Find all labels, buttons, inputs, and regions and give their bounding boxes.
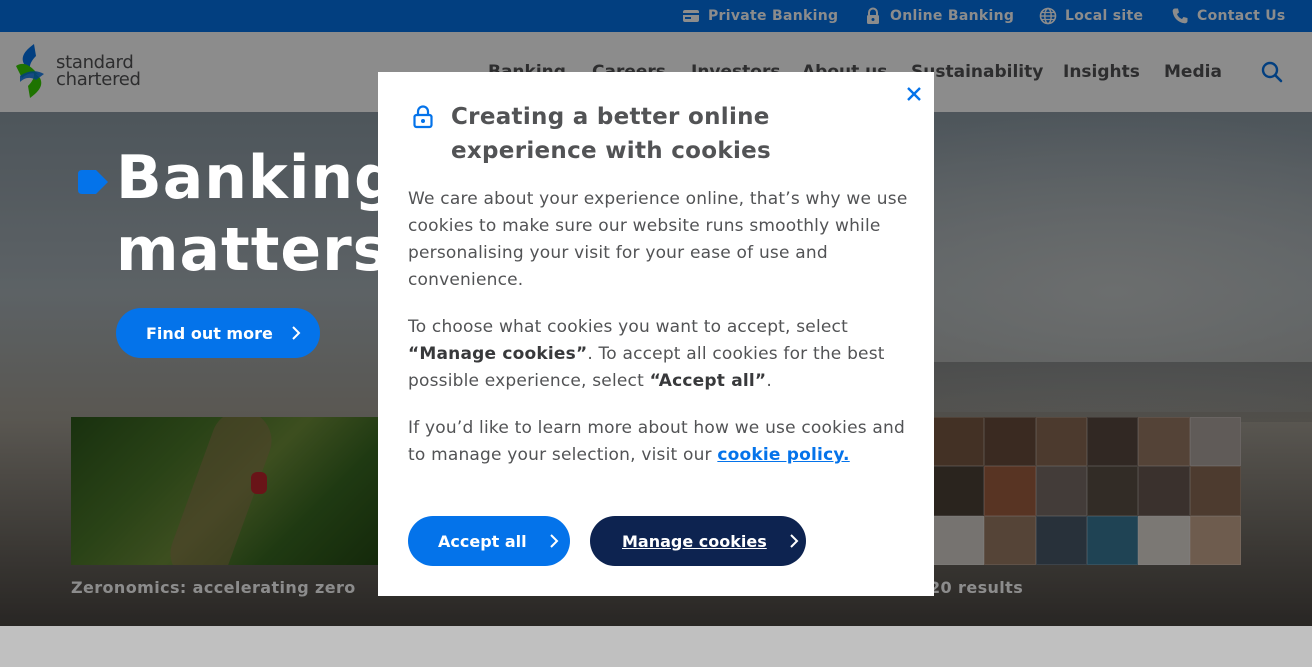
instructions-period: . — [766, 371, 772, 391]
close-icon[interactable] — [904, 84, 924, 104]
hero-marker-icon — [78, 170, 108, 194]
find-out-more-button[interactable]: Find out more — [116, 308, 320, 358]
chevron-right-icon — [549, 534, 559, 548]
instructions-manage-emphasis: “Manage cookies” — [408, 344, 588, 364]
chevron-right-icon — [789, 534, 799, 548]
cookie-policy-link[interactable]: cookie policy. — [717, 445, 849, 465]
modal-intro-text: We care about your experience online, th… — [408, 189, 908, 290]
modal-title: Creating a better online experience with… — [451, 104, 772, 164]
cookie-consent-modal: Creating a better online experience with… — [378, 72, 934, 596]
accept-all-button[interactable]: Accept all — [408, 516, 570, 566]
instructions-accept-emphasis: “Accept all” — [649, 371, 767, 391]
find-out-more-label: Find out more — [146, 323, 273, 343]
bottom-overlay — [0, 626, 1312, 667]
lock-icon — [413, 105, 433, 129]
manage-cookies-button[interactable]: Manage cookies — [590, 516, 806, 566]
chevron-right-icon — [291, 326, 301, 340]
instructions-part-1: To choose what cookies you want to accep… — [408, 317, 848, 337]
accept-all-label: Accept all — [438, 531, 527, 551]
modal-policy-text: If you’d like to learn more about how we… — [408, 415, 908, 469]
modal-instructions-text: To choose what cookies you want to accep… — [408, 314, 908, 395]
manage-cookies-label: Manage cookies — [622, 531, 767, 551]
